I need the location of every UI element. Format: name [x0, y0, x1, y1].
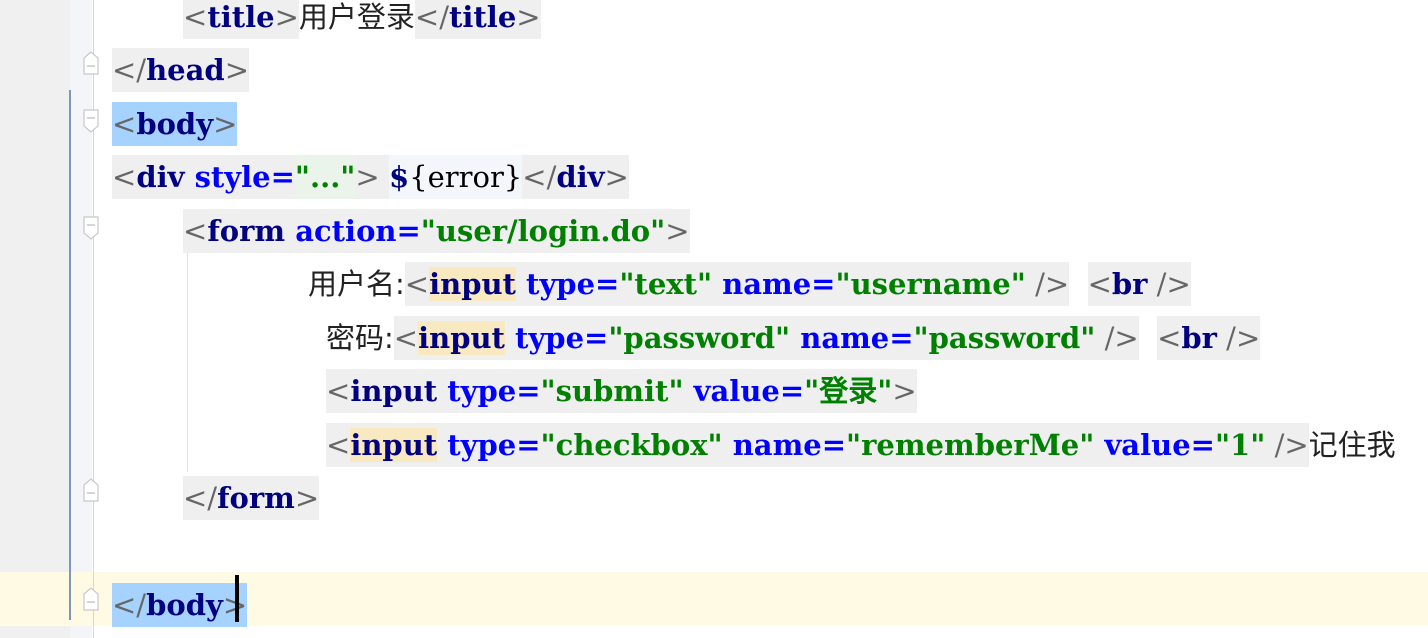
code-line-title[interactable]: <title> 用户登录 </title> — [183, 0, 541, 43]
code-line-body-close[interactable]: </body> — [112, 578, 248, 631]
code-line-body-open[interactable]: <body> — [112, 97, 238, 150]
password-label: 密码: — [326, 320, 394, 355]
title-text: 用户登录 — [298, 0, 415, 34]
form-close-tag: </form> — [183, 475, 320, 520]
br-tag: <br /> — [1087, 261, 1191, 306]
code-line-form-close[interactable]: </form> — [183, 471, 320, 524]
fold-collapse-icon[interactable] — [82, 477, 100, 503]
fold-expand-icon[interactable] — [82, 215, 100, 241]
body-open-tag: <body> — [112, 101, 238, 146]
submit-input-tag: <input type="submit" value="登录"> — [326, 368, 917, 413]
code-line-head-close[interactable]: </head> — [112, 43, 249, 96]
form-open-tag: <form action="user/login.do"> — [183, 208, 690, 253]
username-input-tag: <input type="text" name="username" /> — [404, 261, 1070, 306]
remember-me-text: 记住我 — [1308, 427, 1396, 462]
code-line-submit[interactable]: <input type="submit" value="登录"> — [326, 364, 917, 417]
div-open-bracket: > — [355, 154, 389, 199]
code-line-password[interactable]: 密码: <input type="password" name="password… — [326, 311, 1261, 364]
div-style-value: "..." — [294, 154, 356, 199]
fold-expand-icon[interactable] — [82, 108, 100, 134]
div-close-tag: </div> — [522, 154, 629, 199]
br-tag: <br /> — [1157, 315, 1261, 360]
fold-guide-line — [93, 0, 94, 638]
head-close-tag: </head> — [112, 47, 249, 92]
code-line-checkbox[interactable]: <input type="checkbox" name="rememberMe"… — [326, 418, 1396, 471]
title-open-tag: <title> — [183, 0, 299, 39]
password-input-tag: <input type="password" name="password" /… — [393, 315, 1139, 360]
code-line-form-open[interactable]: <form action="user/login.do"> — [183, 204, 690, 257]
indent-guide — [187, 252, 188, 472]
editor-gutter — [0, 0, 70, 638]
fold-collapse-icon[interactable] — [82, 586, 100, 612]
body-close-tag: </body> — [112, 582, 248, 627]
text-cursor — [235, 575, 239, 622]
fold-gutter — [70, 0, 92, 638]
fold-collapse-icon[interactable] — [82, 50, 100, 76]
username-label: 用户名: — [308, 266, 405, 301]
checkbox-input-tag: <input type="checkbox" name="rememberMe"… — [326, 422, 1309, 467]
div-open-tag: <div style= — [112, 154, 295, 199]
code-line-div[interactable]: <div style= "..." > ${error} </div> — [112, 150, 629, 203]
scope-indicator-line — [69, 90, 71, 620]
title-close-tag: </title> — [414, 0, 541, 39]
el-expression: ${error} — [388, 154, 523, 199]
code-line-username[interactable]: 用户名: <input type="text" name="username" /… — [308, 257, 1191, 310]
